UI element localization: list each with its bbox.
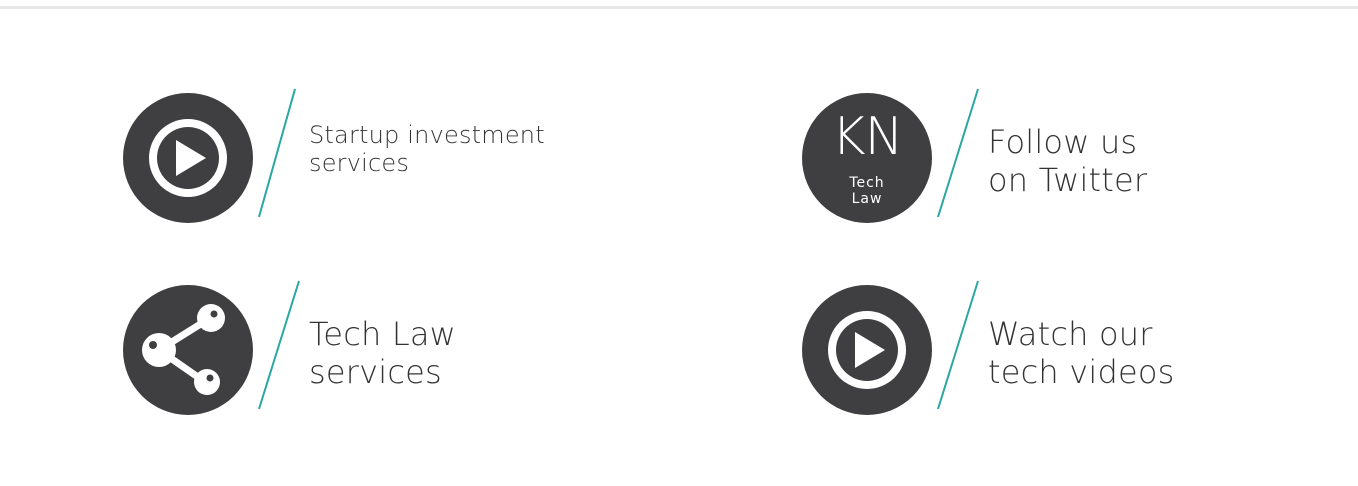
accent-slash — [258, 280, 300, 410]
play-icon — [802, 285, 932, 415]
label-line: services — [309, 149, 410, 177]
kn-tech-law-logo: KN Tech Law — [802, 93, 932, 223]
accent-slash — [937, 88, 979, 218]
tile-label: Follow us on Twitter — [988, 123, 1147, 199]
logo-line-tech: Tech — [849, 175, 885, 191]
play-icon — [123, 93, 253, 223]
logo-initials: KN — [831, 107, 904, 167]
tech-law-services-link[interactable]: Tech Law services — [123, 280, 643, 425]
tile-label: Tech Law services — [309, 315, 456, 391]
label-line: services — [309, 353, 442, 391]
label-line: Watch our — [988, 315, 1153, 353]
tile-label: Startup investment services — [309, 121, 545, 177]
top-divider — [0, 6, 1358, 9]
label-line: Follow us — [988, 123, 1138, 161]
label-line: Tech Law — [309, 315, 457, 353]
accent-slash — [937, 280, 979, 410]
label-line: Startup investment — [309, 121, 545, 149]
accent-slash — [258, 88, 296, 218]
label-line: on Twitter — [988, 161, 1148, 199]
startup-investment-link[interactable]: Startup investment services — [123, 88, 643, 233]
logo-line-law: Law — [851, 191, 883, 207]
tile-label: Watch our tech videos — [988, 315, 1175, 391]
label-line: tech videos — [988, 353, 1175, 391]
share-icon — [123, 285, 253, 415]
watch-videos-link[interactable]: Watch our tech videos — [802, 280, 1322, 425]
follow-twitter-link[interactable]: KN Tech Law Follow us on Twitter — [802, 88, 1322, 233]
